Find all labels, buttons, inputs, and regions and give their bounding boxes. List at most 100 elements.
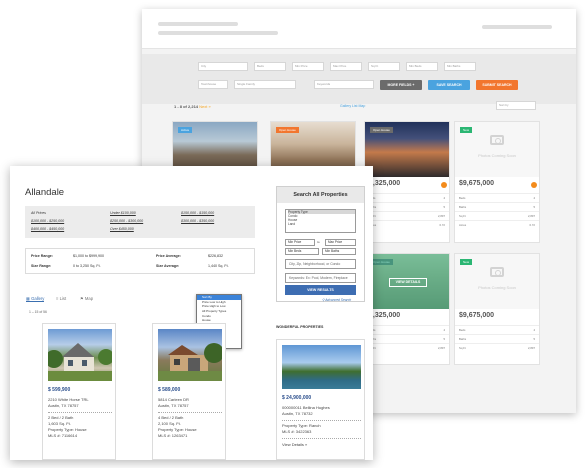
detail-row: Sq Ft2,897	[365, 211, 449, 220]
detail-value: 4	[533, 196, 535, 200]
keywords-input[interactable]: Keywords: Ex: Pool, Modern, Fireplace	[285, 273, 356, 283]
listing-price: 4,325,000	[369, 312, 401, 319]
filter-sqft[interactable]: Sq Ft	[368, 62, 400, 71]
view-switcher[interactable]: Gallery List Map	[340, 104, 365, 108]
save-search-button[interactable]: SAVE SEARCH	[428, 80, 470, 90]
filter-min-baths[interactable]: Min Baths	[444, 62, 476, 71]
detail-value: 2,897	[528, 214, 535, 218]
results-summary: 1 - 8 of 2,214 Next »	[174, 104, 211, 109]
price-range-links: All Prices $100,000 - $250,000 $400,000 …	[25, 206, 255, 238]
featured-mls: MLS #: 3422363	[282, 429, 312, 434]
featured-address-line2: Austin, TX 78732	[282, 411, 313, 416]
back-header	[142, 9, 576, 49]
search-panel: Search All Properties Property Type Cond…	[276, 186, 365, 302]
featured-photo[interactable]	[282, 345, 361, 389]
max-price-select[interactable]: Max Price	[325, 239, 356, 246]
listing-photo[interactable]: Open House	[365, 122, 449, 177]
view-results-button[interactable]: VIEW RESULTS	[285, 285, 356, 295]
listing-photo-placeholder[interactable]: New Photos Coming Soon	[455, 254, 539, 309]
filter-beds[interactable]: Beds	[254, 62, 286, 71]
detail-row: Beds4	[365, 325, 449, 334]
filter-max-price[interactable]: Max Price	[330, 62, 362, 71]
detail-value: 5	[443, 337, 445, 341]
price-link[interactable]: Under $100,000	[110, 211, 136, 215]
price-link[interactable]: $250,000 - $300,000	[110, 219, 143, 223]
location-input[interactable]: City, Zip, Neighborhood, or Condo	[285, 259, 356, 269]
detail-row: Acres0.72	[365, 220, 449, 229]
price-link[interactable]: All Prices	[31, 211, 46, 215]
filter-townhouse[interactable]: Townhouse	[198, 80, 228, 89]
camera-icon	[490, 267, 504, 277]
status-badge: New	[460, 127, 473, 133]
card-divider	[48, 412, 112, 413]
type-option[interactable]: Land	[288, 222, 355, 226]
detail-label: Sq Ft	[459, 214, 466, 218]
min-price-select[interactable]: Min Price	[285, 239, 315, 246]
filter-single-family[interactable]: Single Family	[234, 80, 296, 89]
detail-value: 0.72	[439, 223, 445, 227]
listing-type: Property Type: House	[158, 427, 197, 432]
search-heading: Search All Properties	[277, 187, 364, 203]
detail-row: Sq Ft 2,897	[455, 211, 539, 220]
view-details-button[interactable]: VIEW DETAILS	[389, 278, 427, 287]
header-bar	[158, 31, 278, 35]
listing-card[interactable]: Open House VIEW DETAILS 4,325,000 Beds4 …	[364, 253, 450, 365]
price-link[interactable]: $300,000 - $350,000	[181, 219, 214, 223]
detail-row: Baths5	[365, 334, 449, 343]
stats-panel: Price Range: $1,000 to $999,900 Price Av…	[25, 248, 255, 274]
price-link[interactable]: $100,000 - $250,000	[31, 219, 64, 223]
detail-row: Sq Ft2,897	[455, 343, 539, 352]
size-range-value: 0 to 3,250 Sq. Ft.	[73, 264, 101, 268]
listing-photo-placeholder[interactable]: New Photos Coming Soon	[455, 122, 539, 177]
more-fields-button[interactable]: MORE FIELDS +	[380, 80, 422, 90]
price-link[interactable]: $150,000 - $150,000	[181, 211, 214, 215]
listing-photo[interactable]	[45, 329, 114, 381]
property-type-list[interactable]: Property Type Condo House Land	[285, 209, 356, 233]
favorite-icon[interactable]	[441, 182, 447, 188]
listing-price: $9,675,000	[459, 180, 495, 187]
min-beds-select[interactable]: Min Beds	[285, 248, 319, 255]
min-baths-select[interactable]: Min Baths	[322, 248, 356, 255]
listing-card[interactable]: New Photos Coming Soon $9,675,000 Beds 4 …	[454, 121, 540, 243]
filter-min-price[interactable]: Min Price	[292, 62, 324, 71]
house-illustration	[158, 343, 224, 381]
detail-row: Sq Ft2,897	[365, 343, 449, 352]
listing-card[interactable]: Open House 4,325,000 Beds4 Baths5 Sq Ft2…	[364, 121, 450, 243]
tab-map[interactable]: ⚑ Map	[80, 296, 93, 301]
detail-value: 4	[443, 328, 445, 332]
detail-value: 5	[533, 205, 535, 209]
listing-card[interactable]: $ 599,900 2210 White Horse TRL Austin, T…	[42, 323, 116, 460]
favorite-icon[interactable]	[531, 182, 537, 188]
detail-label: Baths	[459, 337, 467, 341]
featured-card[interactable]: $ 24,900,000 000000011 Bellina Hughes Au…	[276, 339, 365, 460]
detail-value: 4	[443, 196, 445, 200]
listing-photo[interactable]: Open House VIEW DETAILS	[365, 254, 449, 309]
photos-coming-soon: Photos Coming Soon	[478, 285, 516, 290]
card-divider	[158, 412, 222, 413]
filter-city[interactable]: City	[198, 62, 248, 71]
detail-label: Acres	[459, 223, 467, 227]
tab-gallery[interactable]: ▦ Gallery	[26, 296, 45, 302]
filter-keywords[interactable]: Keywords	[314, 80, 374, 89]
view-details-link[interactable]: View Details »	[282, 442, 307, 447]
filter-min-beds[interactable]: Min Beds	[406, 62, 438, 71]
detail-label: Sq Ft	[459, 346, 466, 350]
status-badge: New	[460, 259, 473, 265]
price-average-value: $226,832	[208, 254, 223, 258]
listing-price: 4,325,000	[369, 180, 401, 187]
listing-address-line2: Austin, TX 78757	[158, 403, 189, 408]
submit-search-button[interactable]: SUBMIT SEARCH	[476, 80, 518, 90]
to-label: to	[317, 240, 320, 244]
detail-value: 5	[533, 337, 535, 341]
price-link[interactable]: Over $450,000	[110, 227, 134, 231]
detail-row: Baths5	[365, 202, 449, 211]
tab-list[interactable]: ≡ List	[56, 296, 66, 301]
sort-select[interactable]: Sort by	[496, 101, 536, 110]
price-link[interactable]: $400,000 - $450,000	[31, 227, 64, 231]
listing-card[interactable]: New Photos Coming Soon $9,675,000 Beds 4 …	[454, 253, 540, 365]
next-link[interactable]: Next »	[199, 104, 211, 109]
listing-card[interactable]: $ 589,000 5814 Carleen DR Austin, TX 787…	[152, 323, 226, 460]
listing-photo[interactable]	[158, 329, 224, 381]
front-screenshot: Allandale All Prices $100,000 - $250,000…	[10, 166, 373, 460]
advanced-search-link[interactable]: ⚲ Advanced Search	[322, 298, 351, 302]
